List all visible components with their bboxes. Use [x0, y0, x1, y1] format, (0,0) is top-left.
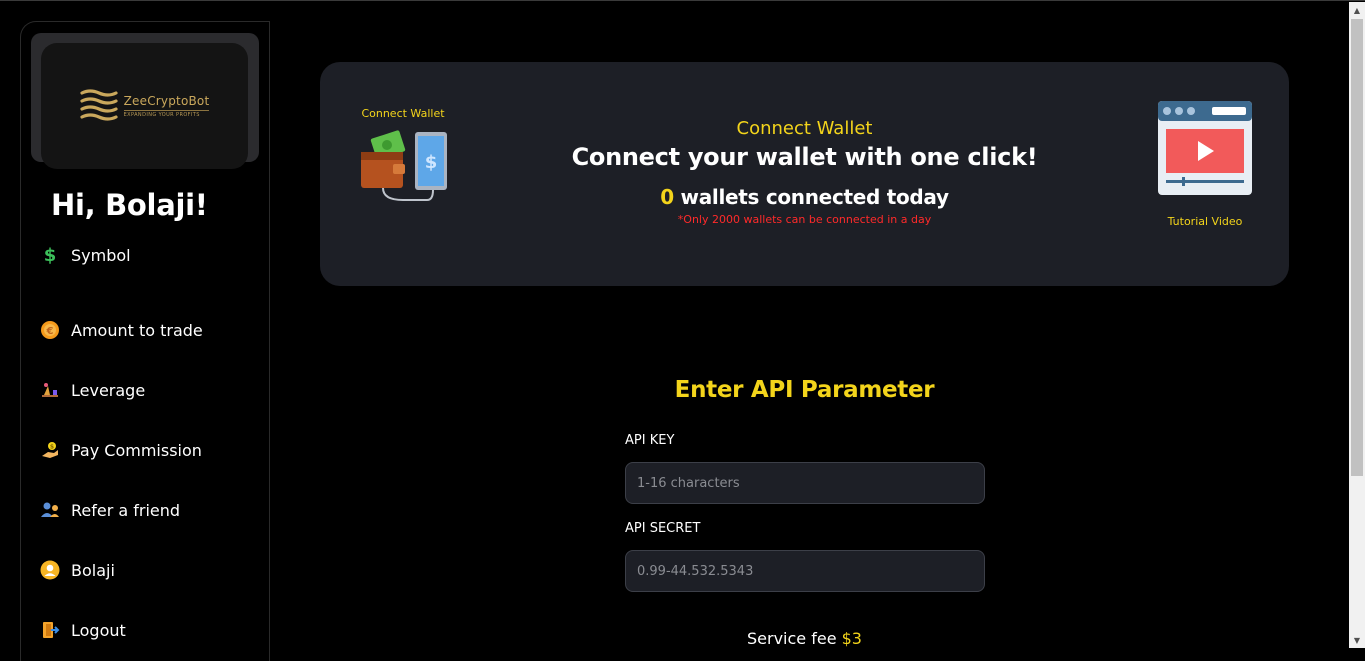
sidebar-item-logout[interactable]: Logout [39, 600, 269, 660]
sidebar-item-symbol[interactable]: $ Symbol [39, 240, 269, 270]
connect-wallet-banner: Connect Wallet $ Connect Wallet Connect … [320, 62, 1289, 286]
api-parameter-title: Enter API Parameter [674, 377, 935, 403]
sidebar-item-label: Logout [71, 620, 126, 640]
sidebar-item-label: Amount to trade [71, 320, 203, 340]
dollar-icon: $ [43, 244, 57, 266]
user-icon [39, 559, 61, 581]
wallets-connected-count: 0 wallets connected today [320, 185, 1289, 209]
scroll-down-arrow-icon[interactable]: ▼ [1349, 632, 1365, 648]
sidebar-item-profile[interactable]: Bolaji [39, 540, 269, 600]
sidebar-item-label: Bolaji [71, 560, 115, 580]
brand-name: ZeeCryptoBot [123, 94, 210, 108]
sidebar-item-label: Leverage [71, 380, 146, 400]
banner-kicker: Connect Wallet [736, 118, 873, 139]
api-key-label: API KEY [625, 433, 675, 448]
sidebar-nav: $ Symbol € Amount to trade Leverage $ Pa… [39, 240, 269, 660]
wallet-count-suffix: wallets connected today [673, 185, 950, 209]
svg-text:$: $ [50, 444, 54, 451]
banner-title: Connect your wallet with one click! [571, 143, 1038, 171]
wallet-limit-note: *Only 2000 wallets can be connected in a… [677, 213, 932, 226]
logout-icon [39, 619, 61, 641]
service-fee-amount: $3 [841, 629, 862, 648]
coin-icon: € [39, 319, 61, 341]
greeting-heading: Hi, Bolaji! [51, 188, 208, 222]
page: ZeeCryptoBot EXPANDING YOUR PROFITS Hi, … [0, 0, 1365, 661]
logo-card[interactable]: ZeeCryptoBot EXPANDING YOUR PROFITS [41, 43, 248, 169]
brand-tagline: EXPANDING YOUR PROFITS [123, 110, 210, 118]
sidebar: ZeeCryptoBot EXPANDING YOUR PROFITS Hi, … [20, 21, 270, 661]
service-fee-label: Service fee [747, 629, 842, 648]
video-player-icon [1158, 101, 1252, 195]
refer-icon [39, 499, 61, 521]
svg-text:€: € [46, 326, 54, 337]
waves-logo-icon [80, 89, 118, 121]
sidebar-item-label: Pay Commission [71, 440, 202, 460]
leverage-icon [39, 379, 61, 401]
scrollbar-thumb[interactable] [1351, 19, 1363, 476]
tutorial-video-link[interactable]: Tutorial Video [1157, 101, 1253, 228]
sidebar-item-pay-commission[interactable]: $ Pay Commission [39, 420, 269, 480]
scroll-up-arrow-icon[interactable]: ▲ [1349, 2, 1365, 18]
api-secret-label: API SECRET [625, 521, 701, 536]
logo-container: ZeeCryptoBot EXPANDING YOUR PROFITS [31, 33, 259, 169]
wallet-count-number: 0 [660, 185, 674, 209]
banner-content: Connect Wallet Connect your wallet with … [320, 118, 1289, 226]
sidebar-item-label: Refer a friend [71, 500, 181, 520]
api-secret-input[interactable] [625, 550, 985, 592]
vertical-scrollbar[interactable]: ▲ ▼ [1349, 2, 1365, 648]
sidebar-item-label: Symbol [71, 245, 131, 265]
tutorial-video-caption: Tutorial Video [1167, 215, 1243, 228]
service-fee: Service fee $3 [320, 629, 1289, 648]
sidebar-item-leverage[interactable]: Leverage [39, 360, 269, 420]
sidebar-item-refer[interactable]: Refer a friend [39, 480, 269, 540]
api-key-input[interactable] [625, 462, 985, 504]
pay-hand-icon: $ [39, 439, 61, 461]
brand-logo: ZeeCryptoBot EXPANDING YOUR PROFITS [80, 87, 210, 125]
sidebar-item-amount[interactable]: € Amount to trade [39, 300, 269, 360]
